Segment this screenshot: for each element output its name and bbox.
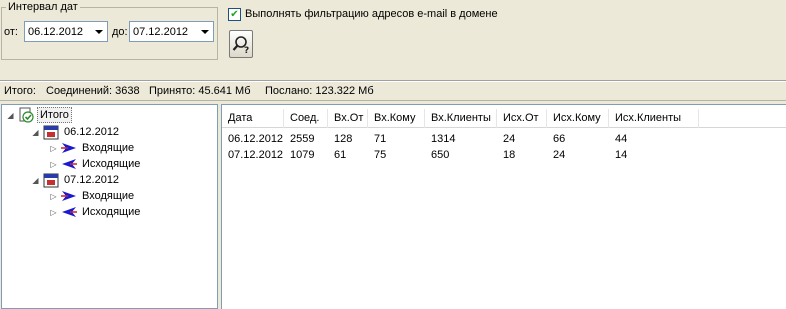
domain-filter-label[interactable]: Выполнять фильтрацию адресов e-mail в до… [245, 7, 498, 22]
expand-icon[interactable]: ▷ [49, 192, 58, 201]
tree-node-outgoing[interactable]: ▷ Исходящие [49, 204, 142, 220]
tree-node-root[interactable]: ◢ Итого [6, 107, 72, 123]
cell-date: 07.12.2012 [228, 149, 284, 161]
to-date-value: 07.12.2012 [133, 25, 189, 38]
from-date-value: 06.12.2012 [28, 25, 84, 38]
to-label: до: [112, 26, 128, 38]
from-label: от: [4, 26, 18, 38]
domain-filter-checkbox[interactable]: ✔ [228, 8, 241, 21]
tree-date-label: 06.12.2012 [64, 126, 120, 138]
outgoing-arrow-icon [62, 207, 77, 217]
tree-outgoing-label: Исходящие [82, 206, 141, 218]
tree-outgoing-label: Исходящие [82, 158, 141, 170]
column-header[interactable]: Дата [222, 109, 284, 128]
column-header[interactable]: Соед. [284, 109, 328, 128]
expand-icon[interactable]: ▷ [49, 160, 58, 169]
svg-text:?: ? [244, 46, 249, 55]
cell-in-from: 61 [334, 149, 347, 161]
check-doc-icon [19, 107, 34, 123]
cell-connections: 2559 [290, 133, 315, 145]
cell-in-clients: 1314 [431, 133, 456, 145]
tree-node-incoming[interactable]: ▷ Входящие [49, 140, 136, 156]
chevron-down-icon[interactable] [197, 22, 213, 41]
summary-connections: Соединений: 3638 [46, 85, 140, 97]
tree-incoming-label: Входящие [82, 142, 135, 154]
collapse-icon[interactable]: ◢ [31, 176, 40, 185]
date-interval-title: Интервал дат [6, 0, 80, 14]
table-row[interactable]: 07.12.2012 1079 61 75 650 18 24 14 [222, 147, 786, 163]
expand-icon[interactable]: ▷ [49, 144, 58, 153]
expand-icon[interactable]: ▷ [49, 208, 58, 217]
summary-separator [0, 100, 786, 101]
collapse-icon[interactable]: ◢ [6, 111, 15, 120]
calendar-icon [43, 125, 59, 140]
tree-root-label: Итого [37, 107, 72, 123]
column-header[interactable]: Исх.Кому [547, 109, 609, 128]
stats-tree[interactable]: ◢ Итого ◢ 06.12.2012 ▷ Входящие ▷ Исходя [1, 104, 218, 309]
column-header[interactable]: Вх.Клиенты [425, 109, 497, 128]
tree-date-label: 07.12.2012 [64, 174, 120, 186]
cell-out-from: 18 [503, 149, 516, 161]
cell-connections: 1079 [290, 149, 315, 161]
cell-in-to: 75 [374, 149, 387, 161]
search-help-icon: ? [232, 36, 249, 55]
cell-out-clients: 14 [615, 149, 628, 161]
table-row[interactable]: 06.12.2012 2559 128 71 1314 24 66 44 [222, 131, 786, 147]
cell-out-clients: 44 [615, 133, 628, 145]
grid-header: Дата Соед. Вх.От Вх.Кому Вх.Клиенты Исх.… [222, 109, 786, 128]
column-header[interactable]: Исх.Клиенты [609, 109, 699, 128]
cell-date: 06.12.2012 [228, 133, 284, 145]
calendar-icon [43, 173, 59, 188]
summary-sent: Послано: 123.322 Мб [265, 85, 374, 97]
column-header[interactable]: Вх.Кому [368, 109, 425, 128]
column-header[interactable]: Исх.От [497, 109, 547, 128]
outgoing-arrow-icon [62, 159, 77, 169]
stats-grid[interactable]: Дата Соед. Вх.От Вх.Кому Вх.Клиенты Исх.… [221, 104, 786, 309]
cell-out-to: 24 [553, 149, 566, 161]
incoming-arrow-icon [61, 191, 76, 201]
collapse-icon[interactable]: ◢ [31, 128, 40, 137]
tree-node-incoming[interactable]: ▷ Входящие [49, 188, 136, 204]
tree-incoming-label: Входящие [82, 190, 135, 202]
summary-received: Принято: 45.641 Мб [149, 85, 251, 97]
summary-bar: Итого: Соединений: 3638 Принято: 45.641 … [0, 82, 786, 100]
incoming-arrow-icon [61, 143, 76, 153]
from-date-picker[interactable]: 06.12.2012 [24, 21, 108, 42]
cell-in-from: 128 [334, 133, 353, 145]
tree-node-outgoing[interactable]: ▷ Исходящие [49, 156, 142, 172]
cell-in-clients: 650 [431, 149, 450, 161]
chevron-down-icon[interactable] [91, 22, 107, 41]
cell-out-from: 24 [503, 133, 516, 145]
tree-node-date[interactable]: ◢ 07.12.2012 [31, 172, 121, 188]
tree-node-date[interactable]: ◢ 06.12.2012 [31, 124, 121, 140]
filter-toolbar: Интервал дат от: 06.12.2012 до: 07.12.20… [0, 0, 786, 80]
to-date-picker[interactable]: 07.12.2012 [129, 21, 214, 42]
cell-in-to: 71 [374, 133, 387, 145]
search-button[interactable]: ? [229, 30, 253, 58]
summary-total-label: Итого: [4, 85, 36, 97]
column-header[interactable]: Вх.От [328, 109, 368, 128]
cell-out-to: 66 [553, 133, 566, 145]
